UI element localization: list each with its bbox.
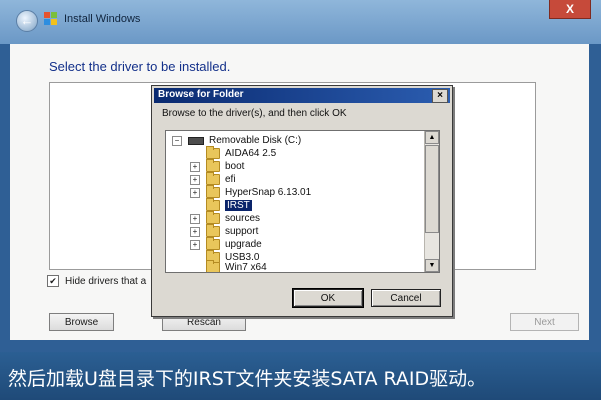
ok-button[interactable]: OK xyxy=(292,288,364,308)
tree-item-boot[interactable]: + boot xyxy=(190,159,245,173)
tree-item-sources[interactable]: + sources xyxy=(190,211,261,225)
tree-item-label-selected: IRST xyxy=(225,200,252,211)
expand-icon[interactable]: + xyxy=(190,213,200,224)
dialog-titlebar: Browse for Folder × xyxy=(154,88,450,103)
expand-icon[interactable]: + xyxy=(190,187,200,198)
caption-text: 然后加载U盘目录下的IRST文件夹安装SATA RAID驱动。 xyxy=(8,368,487,390)
dialog-close-icon[interactable]: × xyxy=(432,89,448,103)
browse-button[interactable]: Browse xyxy=(49,313,114,331)
tree-item-label: efi xyxy=(225,174,236,185)
cancel-button[interactable]: Cancel xyxy=(371,289,441,307)
back-arrow-icon[interactable]: ← xyxy=(16,10,38,32)
collapse-icon[interactable]: − xyxy=(172,135,182,146)
tree-item-win7[interactable]: Win7 x64 xyxy=(190,260,267,273)
tree-item-label: sources xyxy=(225,213,261,224)
tree-item-label: boot xyxy=(225,161,245,172)
hide-drivers-label: Hide drivers that a xyxy=(65,275,147,287)
tree-item-upgrade[interactable]: + upgrade xyxy=(190,237,262,251)
expand-icon[interactable]: + xyxy=(190,226,200,237)
folder-icon xyxy=(206,237,220,250)
expand-icon[interactable]: + xyxy=(190,161,200,172)
next-button[interactable]: Next xyxy=(510,313,579,331)
dialog-prompt: Browse to the driver(s), and then click … xyxy=(162,108,347,119)
folder-icon xyxy=(206,146,220,159)
tree-root-label: Removable Disk (C:) xyxy=(209,135,302,146)
expand-icon[interactable]: + xyxy=(190,174,200,185)
tree-item-label: upgrade xyxy=(225,239,262,250)
folder-icon xyxy=(206,159,220,172)
tree-item-irst[interactable]: IRST xyxy=(190,198,252,212)
folder-icon xyxy=(206,198,220,211)
tree-item-support[interactable]: + support xyxy=(190,224,259,238)
window-close-button[interactable]: X xyxy=(549,0,591,19)
tree-item-label: HyperSnap 6.13.01 xyxy=(225,187,312,198)
folder-icon xyxy=(206,224,220,237)
window-title: Install Windows xyxy=(64,13,141,25)
tree-item-label: AIDA64 2.5 xyxy=(225,148,277,159)
scroll-up-icon[interactable]: ▲ xyxy=(425,131,439,144)
folder-icon xyxy=(206,211,220,224)
windows-logo-icon xyxy=(44,12,58,26)
tree-item-label: Win7 x64 xyxy=(225,262,267,273)
hide-drivers-row[interactable]: ✔ Hide drivers that a xyxy=(47,275,146,287)
expand-icon[interactable]: + xyxy=(190,239,200,250)
folder-icon xyxy=(206,260,220,272)
hide-drivers-checkbox[interactable]: ✔ xyxy=(47,275,59,287)
tree-scrollbar[interactable]: ▲ ▼ xyxy=(424,131,439,272)
tree-root[interactable]: − Removable Disk (C:) xyxy=(172,134,301,147)
browse-folder-dialog: Browse for Folder × Browse to the driver… xyxy=(151,85,453,317)
tree-item-aida64[interactable]: AIDA64 2.5 xyxy=(190,146,277,160)
folder-tree[interactable]: − Removable Disk (C:) AIDA64 2.5 + boot … xyxy=(165,130,440,273)
folder-icon xyxy=(206,185,220,198)
dialog-title: Browse for Folder xyxy=(158,89,244,100)
drive-icon xyxy=(188,136,204,145)
window-titlebar: ← Install Windows X xyxy=(0,0,601,44)
page-title: Select the driver to be installed. xyxy=(49,59,231,74)
scroll-down-icon[interactable]: ▼ xyxy=(425,259,439,272)
tree-item-label: support xyxy=(225,226,259,237)
scroll-thumb[interactable] xyxy=(425,145,439,233)
folder-icon xyxy=(206,172,220,185)
